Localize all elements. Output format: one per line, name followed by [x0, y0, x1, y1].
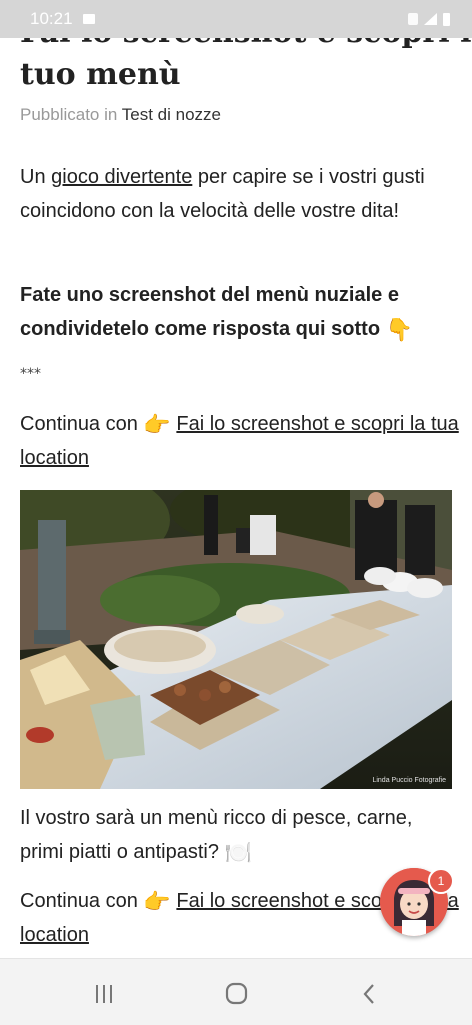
cta-text: Fate uno screenshot del menù nuziale e c…	[20, 284, 399, 340]
recent-apps-icon	[96, 985, 112, 1003]
published-meta: Pubblicato in Test di nozze	[20, 105, 221, 125]
intro-text: Un	[20, 166, 52, 188]
pointing-down-icon: 👇	[385, 317, 414, 342]
published-label: Pubblicato in	[20, 105, 118, 124]
back-button[interactable]	[350, 979, 390, 1009]
gallery-notification-icon	[82, 14, 95, 24]
signal-icon	[424, 13, 437, 25]
continue-paragraph: Continua con 👉 Fai lo screenshot e scopr…	[20, 407, 460, 475]
battery-icon	[443, 12, 450, 26]
category-link[interactable]: Test di nozze	[122, 105, 221, 124]
home-icon	[225, 982, 248, 1005]
status-bar: 10:21	[0, 0, 472, 38]
cta-paragraph: Fate uno screenshot del menù nuziale e c…	[20, 278, 460, 346]
recent-apps-button[interactable]	[84, 979, 124, 1009]
photo-watermark: Linda Puccio Fotografie	[372, 777, 446, 784]
intro-paragraph: Un gioco divertente per capire se i vost…	[20, 160, 460, 228]
back-icon	[363, 984, 374, 1004]
menu-question-paragraph: Il vostro sarà un menù ricco di pesce, c…	[20, 801, 460, 869]
menu-question-text: Il vostro sarà un menù ricco di pesce, c…	[20, 807, 413, 863]
page-title: tuo menù	[20, 57, 181, 92]
sim-icon	[408, 13, 418, 25]
buffet-photo: Linda Puccio Fotografie	[20, 490, 452, 789]
notification-badge: 1	[428, 868, 454, 894]
pointing-right-icon: 👉	[143, 412, 171, 437]
system-nav-bar	[0, 958, 472, 1025]
separator-stars: ***	[20, 366, 41, 382]
game-link[interactable]: gioco divertente	[51, 166, 192, 188]
status-time: 10:21	[30, 9, 73, 28]
home-button[interactable]	[216, 979, 256, 1009]
pointing-right-icon: 👉	[143, 889, 171, 914]
continue-label: Continua con	[20, 890, 144, 912]
continue-label: Continua con	[20, 413, 144, 435]
plate-icon: 🍽️	[224, 840, 252, 865]
